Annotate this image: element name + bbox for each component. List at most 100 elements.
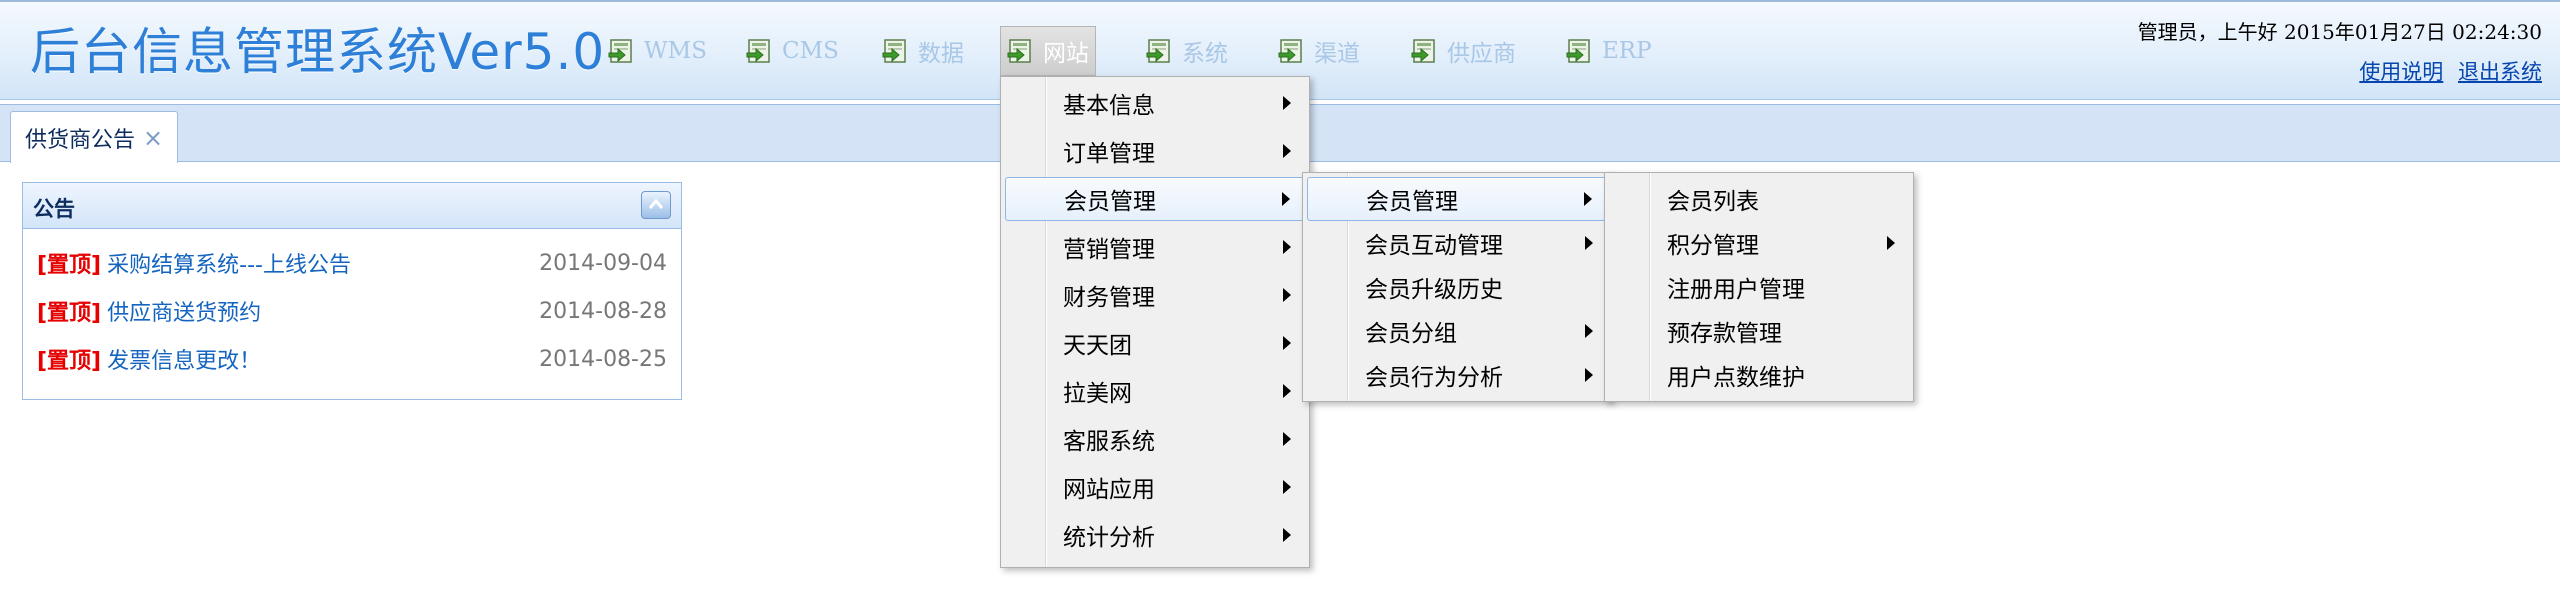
pinned-badge: [置顶] [37, 253, 102, 278]
topnav-item[interactable]: 渠道 [1272, 26, 1366, 76]
topnav-label: 渠道 [1314, 41, 1360, 67]
help-link[interactable]: 使用说明 [2359, 60, 2443, 84]
menu-item[interactable]: 会员升级历史 [1307, 265, 1607, 309]
topnav-label: 系统 [1182, 41, 1228, 67]
chevron-up-icon [648, 198, 664, 209]
header-links: 使用说明 退出系统 [2351, 56, 2542, 86]
menu-item-label: 注册用户管理 [1667, 277, 1805, 303]
submenu-arrow-icon [1585, 236, 1593, 250]
pinned-badge: [置顶] [37, 301, 102, 326]
menu-item[interactable]: 会员管理 [1307, 177, 1607, 221]
greeting-text: 管理员，上午好 2015年01月27日 02:24:30 [2137, 20, 2542, 44]
notice-link[interactable]: 采购结算系统---上线公告 [107, 247, 351, 279]
menu-item[interactable]: 基本信息 [1005, 81, 1305, 125]
notice-item: [置顶] 采购结算系统---上线公告 2014-09-04 [37, 247, 667, 279]
submenu-arrow-icon [1283, 96, 1291, 110]
notice-item: [置顶] 供应商送货预约 2014-08-28 [37, 295, 667, 327]
notice-panel-header: 公告 [23, 183, 681, 229]
topnav-label: 供应商 [1447, 41, 1516, 67]
topnav-item[interactable]: CMS [740, 26, 845, 76]
menu-item-label: 会员行为分析 [1365, 365, 1503, 391]
member-management-submenu: 会员列表积分管理注册用户管理预存款管理 用户点数维护 [1604, 172, 1914, 402]
menu-item[interactable]: 会员分组 [1307, 309, 1607, 353]
menu-item-label: 客服系统 [1063, 429, 1155, 455]
notice-date: 2014-08-28 [539, 298, 667, 324]
menu-item[interactable]: 统计分析 [1005, 513, 1305, 557]
menu-item[interactable]: 拉美网 [1005, 369, 1305, 413]
menu-item-label: 订单管理 [1063, 141, 1155, 167]
menu-item[interactable]: 订单管理 [1005, 129, 1305, 173]
notice-date: 2014-08-25 [539, 346, 667, 372]
menu-item-label: 会员列表 [1667, 189, 1759, 215]
pinned-badge: [置顶] [37, 349, 102, 374]
module-icon [882, 37, 910, 65]
menu-item[interactable]: 营销管理 [1005, 225, 1305, 269]
member-submenu: 会员管理会员互动管理会员升级历史会员分组会员行为分析 [1302, 172, 1612, 402]
topnav-item[interactable]: 供应商 [1405, 26, 1522, 76]
topnav-item[interactable]: WMS [602, 26, 713, 76]
menu-item[interactable]: 积分管理 [1609, 221, 1909, 265]
submenu-arrow-icon [1283, 144, 1291, 158]
menu-item[interactable]: 会员列表 [1609, 177, 1909, 221]
module-icon [1566, 37, 1594, 65]
menu-item[interactable]: 注册用户管理 [1609, 265, 1909, 309]
menu-item-label: 基本信息 [1063, 93, 1155, 119]
notice-panel-title: 公告 [33, 197, 75, 221]
menu-item[interactable]: 客服系统 [1005, 417, 1305, 461]
module-icon [746, 37, 774, 65]
menu-item-label: 统计分析 [1063, 525, 1155, 551]
tab-label: 供货商公告 [25, 127, 136, 153]
menu-item[interactable]: 财务管理 [1005, 273, 1305, 317]
menu-item-label: 会员管理 [1366, 189, 1458, 215]
module-icon [1278, 37, 1306, 65]
module-icon [608, 37, 636, 65]
logout-link[interactable]: 退出系统 [2458, 60, 2542, 84]
submenu-arrow-icon [1585, 368, 1593, 382]
submenu-arrow-icon [1283, 336, 1291, 350]
menu-item-label: 营销管理 [1063, 237, 1155, 263]
menu-item[interactable]: 天天团 [1005, 321, 1305, 365]
menu-item[interactable]: 用户点数维护 [1609, 353, 1909, 397]
menu-item[interactable]: 会员互动管理 [1307, 221, 1607, 265]
close-icon[interactable]: × [143, 124, 163, 152]
topnav-label: 数据 [918, 41, 964, 67]
submenu-arrow-icon [1887, 236, 1895, 250]
submenu-arrow-icon [1282, 192, 1290, 206]
topnav-item[interactable]: 数据 [876, 26, 970, 76]
website-dropdown-menu: 基本信息订单管理会员管理营销管理财务管理天天团拉美网客服系统网站应用统计分析 [1000, 76, 1310, 568]
collapse-button[interactable] [641, 191, 671, 219]
topnav-label: CMS [782, 38, 839, 64]
menu-item[interactable]: 预存款管理 [1609, 309, 1909, 353]
topnav-label: WMS [644, 38, 707, 64]
submenu-arrow-icon [1283, 480, 1291, 494]
notice-item: [置顶] 发票信息更改！ 2014-08-25 [37, 343, 667, 375]
menu-item[interactable]: 会员管理 [1005, 177, 1305, 221]
topnav-item[interactable]: ERP [1560, 26, 1658, 76]
module-icon [1411, 37, 1439, 65]
submenu-arrow-icon [1283, 432, 1291, 446]
menu-item[interactable]: 会员行为分析 [1307, 353, 1607, 397]
submenu-arrow-icon [1585, 324, 1593, 338]
menu-item[interactable]: 网站应用 [1005, 465, 1305, 509]
submenu-arrow-icon [1584, 192, 1592, 206]
notice-link[interactable]: 供应商送货预约 [107, 295, 261, 327]
menu-item-label: 天天团 [1063, 333, 1132, 359]
module-icon [1146, 37, 1174, 65]
menu-item-label: 财务管理 [1063, 285, 1155, 311]
topnav-label: 网站 [1043, 41, 1089, 67]
submenu-arrow-icon [1283, 528, 1291, 542]
menu-item-label: 积分管理 [1667, 233, 1759, 259]
tab-supplier-notice[interactable]: 供货商公告 × [10, 111, 179, 163]
topnav-item[interactable]: 系统 [1140, 26, 1234, 76]
submenu-arrow-icon [1283, 240, 1291, 254]
topnav-label: ERP [1602, 38, 1652, 64]
notice-date: 2014-09-04 [539, 250, 667, 276]
menu-item-label: 会员升级历史 [1365, 277, 1503, 303]
submenu-arrow-icon [1283, 288, 1291, 302]
menu-item-label: 拉美网 [1063, 381, 1132, 407]
topnav-item[interactable]: 网站 [1000, 26, 1096, 76]
app-title: 后台信息管理系统Ver5.0 [30, 23, 606, 81]
menu-item-label: 会员管理 [1064, 189, 1156, 215]
submenu-arrow-icon [1283, 384, 1291, 398]
notice-link[interactable]: 发票信息更改！ [107, 343, 261, 375]
